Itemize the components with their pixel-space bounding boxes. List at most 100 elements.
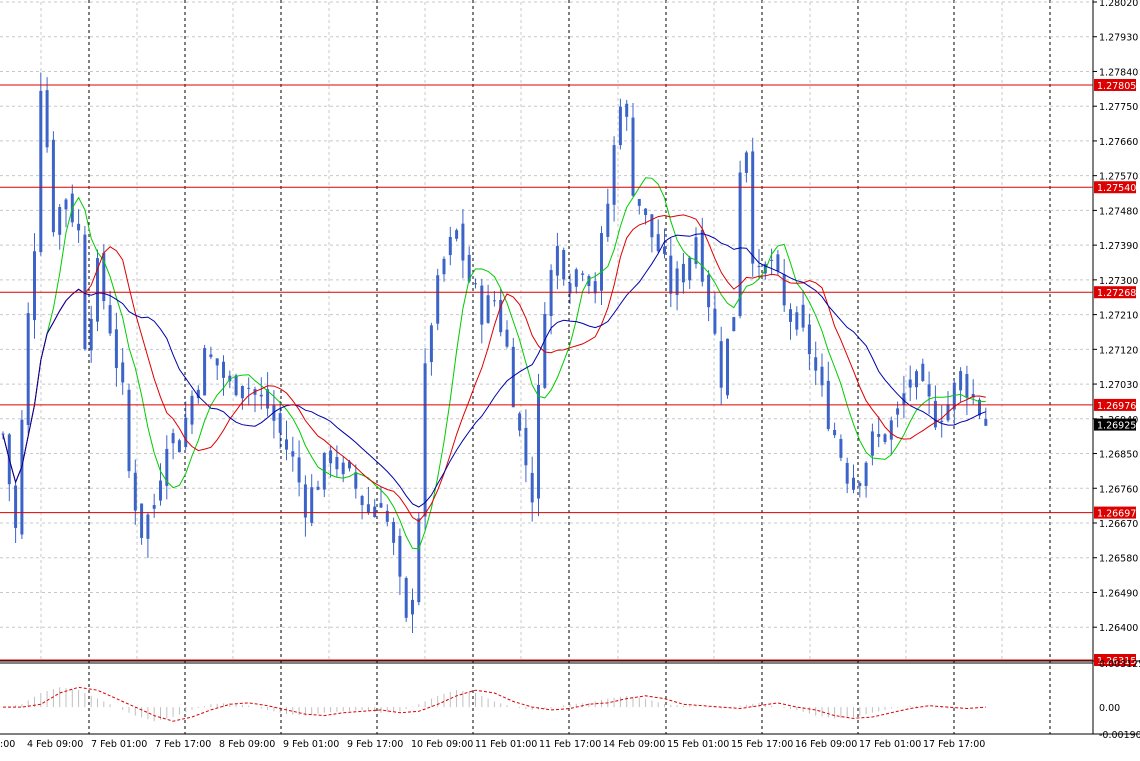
candle-body <box>51 139 55 233</box>
level-label-3: 1.26976 <box>1097 401 1136 412</box>
candle-body <box>789 309 792 322</box>
price-tick-label: 1.26670 <box>1099 519 1138 530</box>
candle-body <box>921 363 925 381</box>
candle-body <box>593 281 597 294</box>
candle-body <box>436 275 440 324</box>
candle-body <box>398 535 402 577</box>
candle-body <box>291 451 295 457</box>
candle-body <box>581 273 585 275</box>
candle-body <box>870 431 874 456</box>
candle-body <box>959 371 963 391</box>
candle-body <box>240 386 244 399</box>
chart-canvas: 1.28020 1.27930 1.27840 1.27750 1.27660 1.275… <box>0 0 1140 757</box>
candle-body <box>751 151 755 264</box>
candle-body <box>278 413 282 433</box>
trading-chart: 1.28020 1.27930 1.27840 1.27750 1.27660 1.275… <box>0 0 1140 757</box>
candle-body <box>650 214 654 238</box>
time-label: 7 Feb 17:00 <box>155 739 211 750</box>
price-tick-label: 1.28020 <box>1099 0 1138 9</box>
candle-body <box>606 203 610 237</box>
time-label: 17 Feb 17:00 <box>923 739 985 750</box>
candle-body <box>681 263 685 283</box>
level-label-4: 1.26697 <box>1097 509 1136 520</box>
candle-body <box>637 198 641 206</box>
chart-background <box>0 0 1140 757</box>
candle-body <box>883 434 887 443</box>
candle-body <box>770 259 774 261</box>
candle-body <box>530 472 534 503</box>
candle-body <box>574 269 578 287</box>
candle-body <box>222 361 225 378</box>
candle-body <box>190 395 194 425</box>
candle-body <box>14 485 18 528</box>
candle-body <box>845 462 849 484</box>
candle-body <box>713 308 717 334</box>
candle-body <box>152 505 156 509</box>
candle-body <box>537 384 540 499</box>
candle-body <box>461 223 465 261</box>
candle-body <box>852 477 855 490</box>
candle-body <box>688 257 692 281</box>
price-tick-label: 1.27660 <box>1099 137 1138 148</box>
candle-body <box>858 482 862 487</box>
candle-body <box>644 208 648 216</box>
candle-body <box>820 366 824 386</box>
candle-body <box>335 456 339 470</box>
candle-body <box>505 329 509 347</box>
level-label-1: 1.27540 <box>1097 183 1136 194</box>
candle-body <box>429 325 433 363</box>
candle-body <box>814 357 818 371</box>
time-label: 7 Feb 01:00 <box>91 739 147 750</box>
candle-body <box>455 230 459 239</box>
candle-body <box>215 358 219 366</box>
time-label: 15 Feb 17:00 <box>731 739 793 750</box>
price-tick-label: 1.27840 <box>1099 67 1138 78</box>
candle-body <box>618 106 622 146</box>
current-price-label: 1.26925 <box>1097 421 1136 432</box>
candle-body <box>675 268 679 296</box>
candle-body <box>795 312 799 330</box>
price-tick-label: 1.27300 <box>1099 276 1138 287</box>
candle-body <box>549 270 553 317</box>
candle-body <box>127 389 131 472</box>
candle-body <box>984 419 988 426</box>
candle-body <box>26 313 30 426</box>
candle-body <box>411 599 414 615</box>
candle-body <box>140 503 144 538</box>
candle-body <box>316 486 320 490</box>
candle-body <box>133 472 137 511</box>
candle-body <box>732 317 736 332</box>
time-label: :00 <box>0 739 15 750</box>
candle-body <box>877 433 881 437</box>
time-label: 9 Feb 17:00 <box>347 739 403 750</box>
candle-body <box>492 300 496 302</box>
candle-body <box>247 387 251 389</box>
price-tick-label: 1.27030 <box>1099 380 1138 391</box>
candle-body <box>700 229 704 282</box>
price-tick-label: 1.27390 <box>1099 241 1138 252</box>
candle-body <box>833 429 837 436</box>
candle-body <box>423 363 427 517</box>
candle-body <box>341 462 345 475</box>
candle-body <box>354 472 358 489</box>
candle-body <box>121 362 125 383</box>
candle-body <box>310 487 314 523</box>
price-tick-label: 1.27570 <box>1099 172 1138 183</box>
time-label: 10 Feb 09:00 <box>411 739 473 750</box>
candle-body <box>707 274 711 308</box>
candle-body <box>89 318 93 351</box>
candle-body <box>114 329 118 368</box>
candle-body <box>442 258 446 275</box>
candle-body <box>77 223 81 231</box>
candle-body <box>839 439 843 458</box>
candle-body <box>631 117 635 196</box>
candle-body <box>373 506 377 518</box>
candle-body <box>889 420 893 440</box>
candle-body <box>656 234 660 252</box>
candle-body <box>524 427 528 466</box>
candle-body <box>1 433 5 435</box>
candle-body <box>801 304 805 328</box>
candle-body <box>45 90 49 148</box>
indicator-tick-label: -0.001906 <box>1099 730 1140 741</box>
candle-body <box>908 379 912 388</box>
